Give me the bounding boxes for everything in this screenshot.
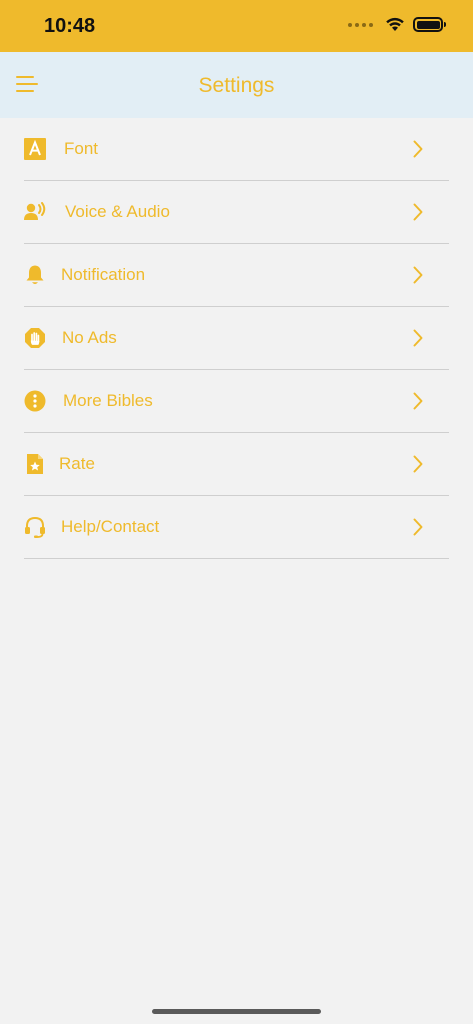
chevron-right-icon [413, 518, 423, 536]
signal-dots-icon [348, 22, 373, 27]
settings-item-label: No Ads [62, 328, 117, 347]
chevron-right-icon [413, 140, 423, 158]
chevron-right-icon [413, 455, 423, 473]
chevron-right-icon [413, 392, 423, 410]
settings-item-notification[interactable]: Notification [24, 244, 449, 307]
home-indicator[interactable] [152, 1009, 321, 1014]
settings-item-font[interactable]: Font [24, 118, 449, 181]
settings-item-label: Voice & Audio [65, 202, 170, 221]
bell-icon [24, 264, 46, 286]
nav-header: Settings [0, 52, 473, 118]
settings-list: Font Voice & Audio Notification No Ads M… [0, 118, 473, 559]
settings-item-label: Notification [61, 265, 146, 284]
chevron-right-icon [413, 329, 423, 347]
chevron-right-icon [413, 266, 423, 284]
settings-item-rate[interactable]: Rate [24, 433, 449, 496]
wifi-icon [386, 17, 404, 31]
settings-item-no-ads[interactable]: No Ads [24, 307, 449, 370]
status-icons [348, 17, 446, 32]
info-circle-icon [24, 390, 46, 412]
status-bar: 10:48 [0, 0, 473, 52]
settings-item-help-contact[interactable]: Help/Contact [24, 496, 449, 559]
settings-item-label: Help/Contact [61, 517, 160, 536]
settings-item-voice-audio[interactable]: Voice & Audio [24, 181, 449, 244]
settings-item-label: More Bibles [63, 391, 153, 410]
chevron-right-icon [413, 203, 423, 221]
page-title: Settings [198, 74, 275, 97]
settings-item-label: Rate [59, 454, 95, 473]
status-time: 10:48 [44, 15, 96, 37]
font-icon [24, 138, 46, 160]
battery-icon [413, 17, 446, 32]
settings-item-more-bibles[interactable]: More Bibles [24, 370, 449, 433]
star-document-icon [24, 453, 46, 475]
voice-icon [24, 201, 46, 223]
headset-icon [24, 516, 46, 538]
settings-item-label: Font [64, 139, 99, 158]
hand-stop-icon [24, 327, 46, 349]
